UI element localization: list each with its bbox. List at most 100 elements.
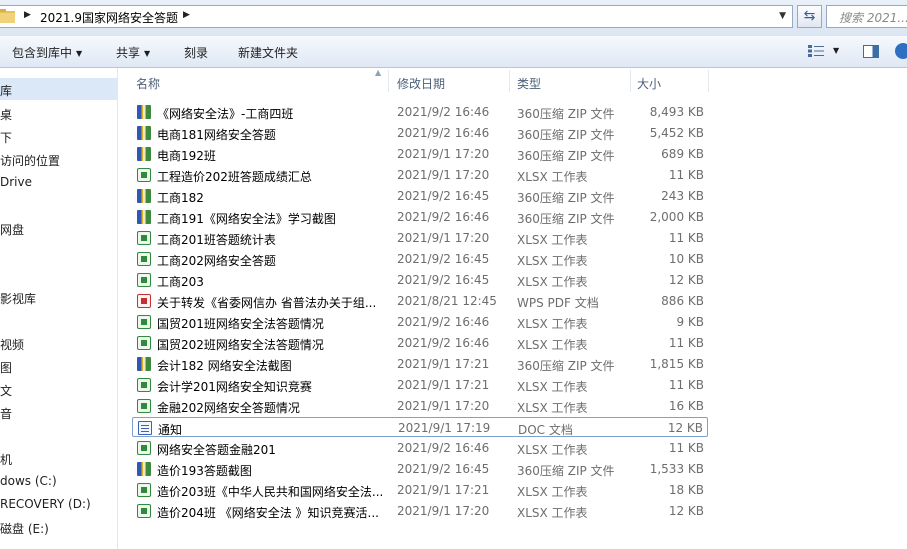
file-date: 2021/9/1 17:21 — [397, 483, 490, 497]
file-size: 243 KB — [661, 189, 704, 203]
file-row[interactable]: 工商182 2021/9/2 16:45 360压缩 ZIP 文件 243 KB — [132, 186, 708, 206]
breadcrumb-folder[interactable]: 2021.9国家网络安全答题 — [40, 9, 178, 26]
file-row[interactable]: 工程造价202班答题成绩汇总 2021/9/1 17:20 XLSX 工作表 11 K… — [132, 165, 708, 185]
column-type[interactable]: 类型 — [517, 75, 541, 92]
file-row[interactable]: 工商202网络安全答题 2021/9/2 16:45 XLSX 工作表 10 KB — [132, 249, 708, 269]
column-divider[interactable] — [509, 70, 510, 92]
file-row[interactable]: 工商191《网络安全法》学习截图 2021/9/2 16:46 360压缩 ZIP … — [132, 207, 708, 227]
file-row[interactable]: 关于转发《省委网信办 省普法办关于组... 2021/8/21 12:45 WPS … — [132, 291, 708, 311]
file-row[interactable]: 电商181网络安全答题 2021/9/2 16:46 360压缩 ZIP 文件 5,4… — [132, 123, 708, 143]
file-name: 国贸202班网络安全法答题情况 — [157, 338, 324, 352]
file-name: 造价193答题截图 — [157, 464, 252, 478]
search-input[interactable]: 搜索 2021.... — [826, 5, 907, 28]
file-row[interactable]: 电商192班 2021/9/1 17:20 360压缩 ZIP 文件 689 KB — [132, 144, 708, 164]
column-name[interactable]: 名称 — [136, 75, 160, 92]
file-size: 2,000 KB — [649, 210, 704, 224]
file-row[interactable]: 网络安全答题金融201 2021/9/2 16:46 XLSX 工作表 11 KB — [132, 438, 708, 458]
nav-item-video-library[interactable]: 影视库 — [0, 290, 36, 307]
file-size: 11 KB — [668, 441, 704, 455]
nav-item-drive-e[interactable]: 磁盘 (E:) — [0, 520, 49, 537]
preview-pane-icon[interactable] — [863, 45, 879, 58]
share-label: 共享 — [116, 46, 141, 60]
file-type: WPS PDF 文档 — [517, 296, 599, 310]
nav-item-recent-places[interactable]: 访问的位置 — [0, 152, 60, 169]
file-name: 金融202网络安全答题情况 — [157, 401, 300, 415]
file-size: 5,452 KB — [649, 126, 704, 140]
column-divider[interactable] — [630, 70, 631, 92]
file-size: 10 KB — [668, 252, 704, 266]
file-size: 8,493 KB — [649, 105, 704, 119]
file-date: 2021/9/1 17:19 — [398, 421, 491, 435]
breadcrumb-arrow-icon[interactable]: ▶ — [24, 10, 31, 20]
file-date: 2021/9/2 16:46 — [397, 210, 490, 224]
include-in-library-button[interactable]: 包含到库中 ▼ — [12, 44, 82, 61]
file-row[interactable]: 造价204班 《网络安全法 》知识竞赛活... 2021/9/1 17:20 XLS… — [132, 501, 708, 521]
file-size: 16 KB — [668, 399, 704, 413]
burn-button[interactable]: 刻录 — [184, 44, 208, 61]
file-name: 造价204班 《网络安全法 》知识竞赛活... — [157, 506, 379, 520]
file-date: 2021/9/2 16:45 — [397, 273, 490, 287]
file-type: 360压缩 ZIP 文件 — [517, 212, 615, 226]
address-bar[interactable]: ▶ 2021.9国家网络安全答题 ▶ ▼ — [0, 5, 793, 28]
file-row[interactable]: 造价203班《中华人民共和国网络安全法... 2021/9/1 17:21 XLSX… — [132, 480, 708, 500]
file-name: 国贸201班网络安全法答题情况 — [157, 317, 324, 331]
file-name: 关于转发《省委网信办 省普法办关于组... — [157, 296, 377, 310]
column-date[interactable]: 修改日期 — [397, 75, 445, 92]
file-row[interactable]: 国贸202班网络安全法答题情况 2021/9/2 16:46 XLSX 工作表 11 … — [132, 333, 708, 353]
file-row[interactable]: 国贸201班网络安全法答题情况 2021/9/2 16:46 XLSX 工作表 9 K… — [132, 312, 708, 332]
file-type: XLSX 工作表 — [517, 338, 588, 352]
file-type: XLSX 工作表 — [517, 317, 588, 331]
nav-item[interactable]: 桌 — [0, 106, 12, 123]
nav-item[interactable]: 库 — [0, 82, 12, 99]
view-dropdown-icon[interactable]: ▼ — [833, 46, 839, 55]
nav-item[interactable]: 文 — [0, 382, 12, 399]
nav-item-drive-c[interactable]: dows (C:) — [0, 474, 57, 488]
file-type: 360压缩 ZIP 文件 — [517, 128, 615, 142]
nav-item-netdisk[interactable]: 网盘 — [0, 221, 24, 238]
file-size: 11 KB — [668, 336, 704, 350]
file-size: 11 KB — [668, 168, 704, 182]
file-row[interactable]: 工商201班答题统计表 2021/9/1 17:20 XLSX 工作表 11 KB — [132, 228, 708, 248]
file-row[interactable]: 会计学201网络安全知识竞赛 2021/9/1 17:21 XLSX 工作表 11 K… — [132, 375, 708, 395]
file-row[interactable]: 会计182 网络安全法截图 2021/9/1 17:21 360压缩 ZIP 文件 1… — [132, 354, 708, 374]
sort-ascending-icon: ▲ — [375, 68, 382, 77]
nav-item[interactable]: 音 — [0, 405, 12, 422]
address-dropdown-icon[interactable]: ▼ — [779, 11, 786, 21]
breadcrumb-arrow-icon[interactable]: ▶ — [183, 10, 190, 20]
file-row[interactable]: 通知 2021/9/1 17:19 DOC 文档 12 KB — [132, 417, 708, 437]
file-size: 12 KB — [667, 421, 703, 435]
nav-item-videos[interactable]: 视频 — [0, 336, 24, 353]
nav-item-drive-d[interactable]: RECOVERY (D:) — [0, 497, 91, 511]
view-options-icon[interactable] — [808, 45, 824, 57]
refresh-button[interactable]: ⇆ — [797, 5, 822, 28]
column-size[interactable]: 大小 — [637, 75, 661, 92]
file-size: 1,815 KB — [649, 357, 704, 371]
address-bar-area: ▶ 2021.9国家网络安全答题 ▶ ▼ ⇆ 搜索 2021.... — [0, 0, 907, 36]
help-icon[interactable] — [895, 43, 907, 59]
column-divider[interactable] — [708, 70, 709, 92]
file-type: XLSX 工作表 — [517, 380, 588, 394]
file-row[interactable]: 造价193答题截图 2021/9/2 16:45 360压缩 ZIP 文件 1,533… — [132, 459, 708, 479]
file-date: 2021/9/1 17:20 — [397, 231, 490, 245]
file-row[interactable]: 金融202网络安全答题情况 2021/9/1 17:20 XLSX 工作表 16 KB — [132, 396, 708, 416]
xlsx-icon — [137, 504, 151, 518]
nav-item-onedrive[interactable]: Drive — [0, 175, 32, 189]
file-date: 2021/8/21 12:45 — [397, 294, 497, 308]
burn-label: 刻录 — [184, 46, 209, 60]
command-toolbar: 包含到库中 ▼ 共享 ▼ 刻录 新建文件夹 ▼ — [0, 36, 907, 68]
nav-item[interactable]: 图 — [0, 359, 12, 376]
file-row[interactable]: 《网络安全法》-工商四班 2021/9/2 16:46 360压缩 ZIP 文件 8,… — [132, 102, 708, 122]
file-size: 689 KB — [661, 147, 704, 161]
file-size: 12 KB — [668, 273, 704, 287]
navigation-pane[interactable]: 库 桌 下 访问的位置 Drive 网盘 影视库 视频 图 文 音 机 dows… — [0, 68, 118, 549]
file-size: 12 KB — [668, 504, 704, 518]
new-folder-button[interactable]: 新建文件夹 — [238, 44, 298, 61]
nav-item-computer[interactable]: 机 — [0, 451, 12, 468]
zip-icon — [137, 210, 151, 224]
file-row[interactable]: 工商203 2021/9/2 16:45 XLSX 工作表 12 KB — [132, 270, 708, 290]
column-divider[interactable] — [388, 70, 389, 92]
file-name: 造价203班《中华人民共和国网络安全法... — [157, 485, 384, 499]
nav-item[interactable]: 下 — [0, 129, 12, 146]
file-name: 会计学201网络安全知识竞赛 — [157, 380, 312, 394]
share-button[interactable]: 共享 ▼ — [116, 44, 150, 61]
